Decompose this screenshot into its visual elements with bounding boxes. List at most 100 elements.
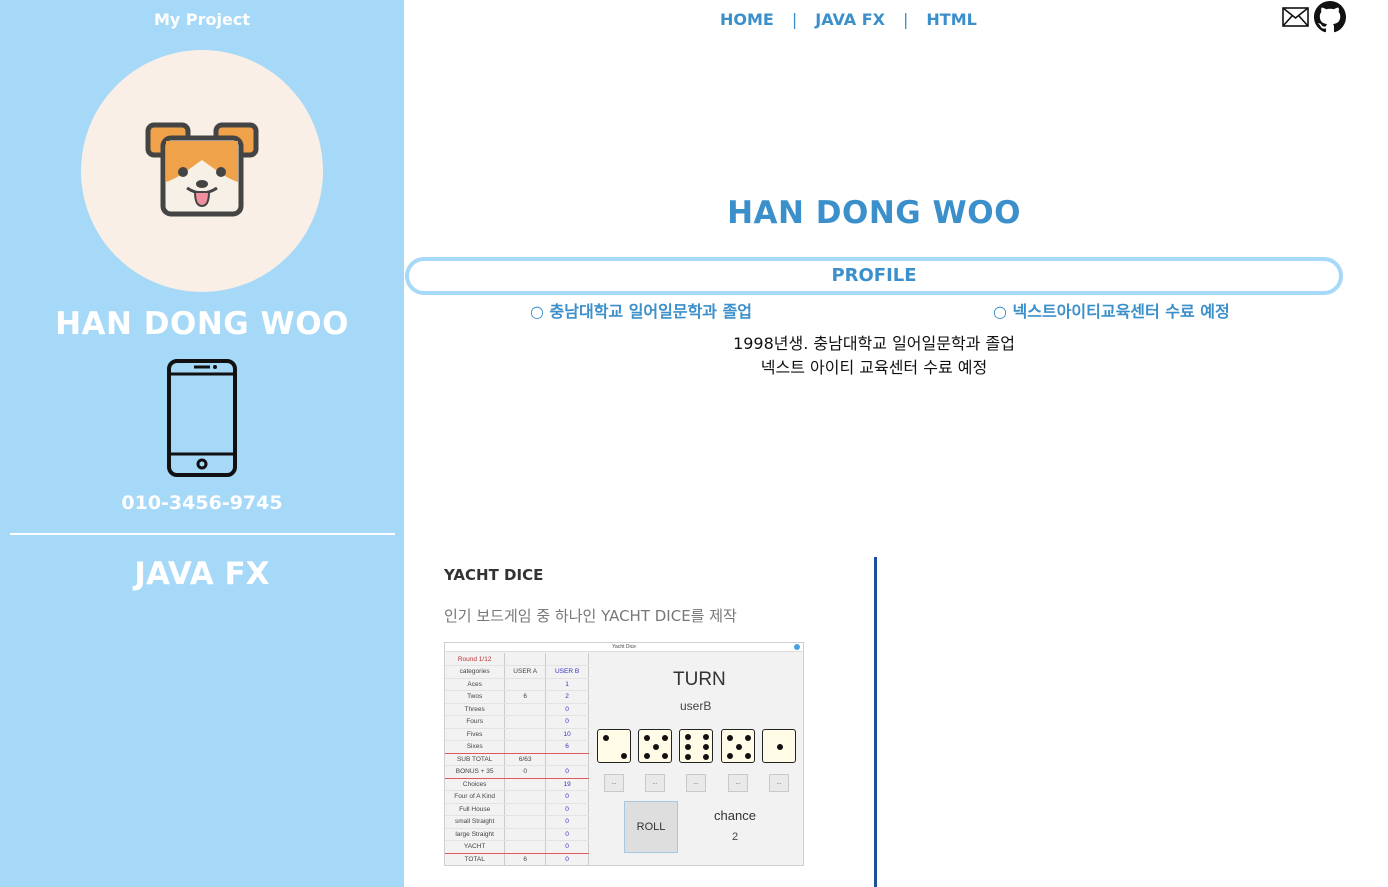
scoreboard-row: TOTAL 6 0 xyxy=(445,853,589,865)
scoreboard-cell: 6/63 xyxy=(504,753,547,766)
scoreboard-cell: Fours xyxy=(445,715,506,729)
scoreboard-cell: 0 xyxy=(545,840,589,854)
mail-icon[interactable] xyxy=(1282,7,1309,27)
circle-bullet-icon: ○ xyxy=(530,302,550,321)
project-screenshot[interactable]: Yacht Dice Round 1/12 categories USER A USE… xyxy=(444,642,804,866)
scoreboard-row: small Straight 0 xyxy=(445,815,589,829)
sidebar-section-javafx[interactable]: JAVA FX xyxy=(0,556,404,592)
scoreboard-cell: USER B xyxy=(545,665,589,679)
scoreboard-cell: 1 xyxy=(545,678,589,691)
scoreboard-cell: categories xyxy=(445,665,506,679)
scoreboard: Round 1/12 categories USER A USER B Aces 1 Two… xyxy=(445,653,589,865)
die-pip xyxy=(727,753,733,759)
die xyxy=(762,729,796,763)
nav-javafx[interactable]: JAVA FX xyxy=(815,10,885,29)
nav-home[interactable]: HOME xyxy=(720,10,774,29)
turn-user: userB xyxy=(680,699,712,713)
scoreboard-cell: Twos xyxy=(445,690,506,704)
die-pip xyxy=(685,734,691,740)
scoreboard-cell xyxy=(504,778,547,791)
scoreboard-row: Fours 0 xyxy=(445,715,589,729)
smartphone-icon xyxy=(167,359,237,477)
die xyxy=(597,729,631,763)
scoreboard-row: YACHT 0 xyxy=(445,840,589,854)
scoreboard-cell xyxy=(545,753,589,766)
circle-bullet-icon: ○ xyxy=(993,302,1013,321)
die-pip xyxy=(662,753,668,759)
scoreboard-cell: 6 xyxy=(545,740,589,754)
screenshot-titlebar: Yacht Dice xyxy=(445,643,803,652)
scoreboard-row: Aces 1 xyxy=(445,678,589,691)
sidebar-title[interactable]: My Project xyxy=(0,10,404,29)
nav-html[interactable]: HTML xyxy=(926,10,976,29)
scoreboard-cell xyxy=(504,703,547,716)
scoreboard-row: large Straight 0 xyxy=(445,828,589,841)
scoreboard-cell xyxy=(504,840,547,854)
scoreboard-cell: TOTAL xyxy=(445,853,506,865)
github-icon[interactable] xyxy=(1314,1,1346,33)
scoreboard-cell: Threes xyxy=(445,703,506,716)
sidebar-divider xyxy=(10,533,395,535)
scoreboard-cell xyxy=(504,803,547,816)
dog-icon xyxy=(145,122,259,217)
avatar xyxy=(81,50,323,292)
hold-button: ... xyxy=(728,774,748,792)
scoreboard-cell: 0 xyxy=(545,765,589,779)
scoreboard-cell: Four of A Kind xyxy=(445,790,506,804)
top-nav: HOME | JAVA FX | HTML xyxy=(720,10,977,29)
die xyxy=(721,729,755,763)
scoreboard-cell xyxy=(504,728,547,741)
die-pip xyxy=(644,753,650,759)
scoreboard-row: BONUS + 35 0 0 xyxy=(445,765,589,779)
scoreboard-cell xyxy=(504,828,547,841)
sidebar: My Project HAN DONG WOO 010-3456-9745 JA… xyxy=(0,0,404,887)
education-label: 충남대학교 일어일문학과 졸업 xyxy=(549,302,753,321)
scoreboard-cell: YACHT xyxy=(445,840,506,854)
die-pip xyxy=(703,734,709,740)
scoreboard-row: Choices 19 xyxy=(445,778,589,791)
window-control-icon xyxy=(794,644,800,650)
scoreboard-cell: Choices xyxy=(445,778,506,791)
vertical-divider xyxy=(874,557,877,887)
scoreboard-row: SUB TOTAL 6/63 xyxy=(445,753,589,766)
die-pip xyxy=(736,744,742,750)
scoreboard-cell: 2 xyxy=(545,690,589,704)
die-pip xyxy=(603,735,609,741)
hold-button: ... xyxy=(645,774,665,792)
scoreboard-cell: USER A xyxy=(504,665,547,679)
die-pip xyxy=(685,754,691,760)
scoreboard-row: Fives 10 xyxy=(445,728,589,741)
die-pip xyxy=(727,735,733,741)
die xyxy=(638,729,672,763)
scoreboard-cell: 0 xyxy=(545,715,589,729)
scoreboard-cell: Sixes xyxy=(445,740,506,754)
bio: 1998년생. 충남대학교 일어일문학과 졸업 넥스트 아이티 교육센터 수료 … xyxy=(404,332,1344,380)
hold-button: ... xyxy=(604,774,624,792)
scoreboard-table: Round 1/12 categories USER A USER B Aces 1 Two… xyxy=(445,653,589,865)
education-label: 넥스트아이티교육센터 수료 예정 xyxy=(1012,302,1230,321)
sidebar-phone: 010-3456-9745 xyxy=(121,492,283,514)
sidebar-name: HAN DONG WOO xyxy=(55,306,349,342)
scoreboard-cell xyxy=(504,740,547,754)
scoreboard-cell: small Straight xyxy=(445,815,506,829)
chance-label: chance xyxy=(714,808,756,823)
scoreboard-cell xyxy=(504,678,547,691)
scoreboard-cell: Full House xyxy=(445,803,506,816)
scoreboard-row: Four of A Kind 0 xyxy=(445,790,589,804)
die-pip xyxy=(621,753,627,759)
hold-button: ... xyxy=(686,774,706,792)
turn-label: TURN xyxy=(673,669,726,690)
scoreboard-cell xyxy=(504,653,547,666)
project-description: 인기 보드게임 중 하나인 YACHT DICE를 제작 xyxy=(444,607,737,625)
page-title: HAN DONG WOO xyxy=(727,195,1021,231)
scoreboard-cell: 6 xyxy=(504,853,547,865)
scoreboard-row: Sixes 6 xyxy=(445,740,589,754)
bio-line: 1998년생. 충남대학교 일어일문학과 졸업 xyxy=(733,334,1015,353)
scoreboard-cell xyxy=(504,815,547,829)
scoreboard-cell: 6 xyxy=(504,690,547,704)
profile-header: PROFILE xyxy=(405,257,1343,295)
die xyxy=(679,729,713,763)
scoreboard-cell: Fives xyxy=(445,728,506,741)
die-pip xyxy=(662,735,668,741)
nav-separator: | xyxy=(903,10,909,29)
